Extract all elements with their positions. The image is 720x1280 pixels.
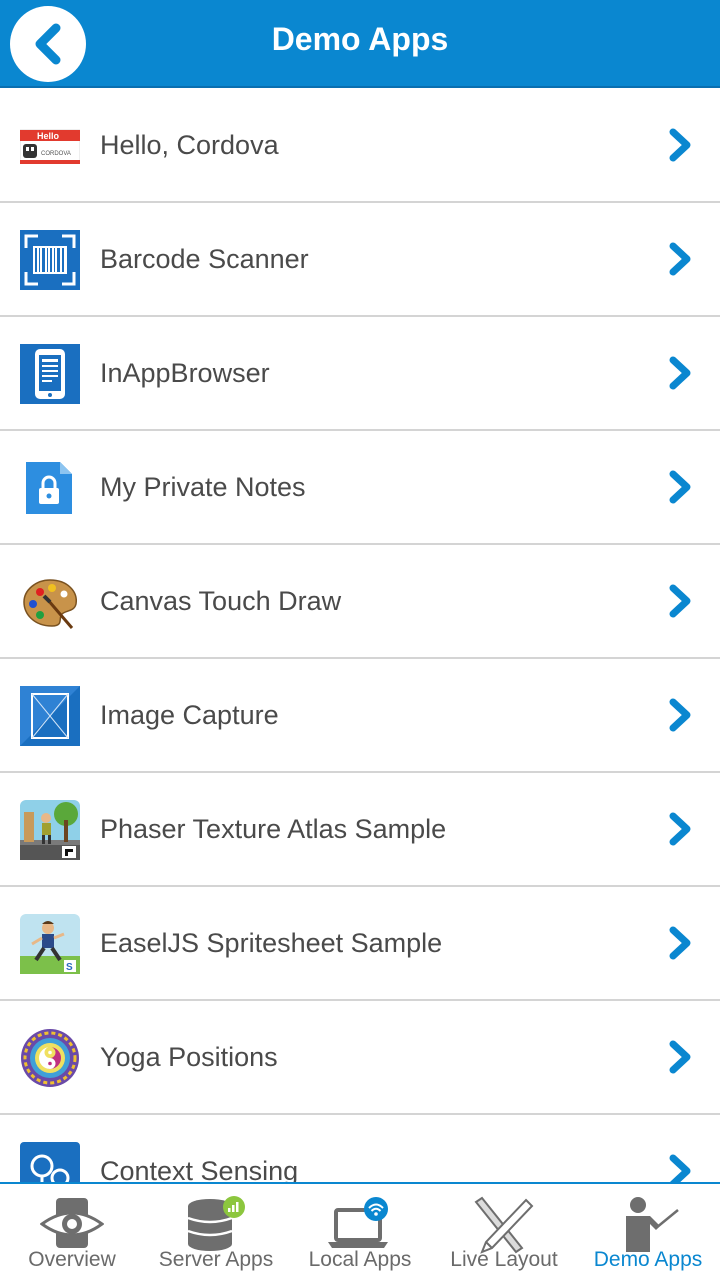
page-title: Demo Apps — [271, 21, 449, 57]
location-pin-icon — [20, 1142, 80, 1182]
list-item-hello-cordova[interactable]: Hello CORDOVA Hello, Cordova — [0, 89, 720, 203]
list-item-canvas-touch-draw[interactable]: Canvas Touch Draw — [0, 545, 720, 659]
tab-live-layout[interactable]: Live Layout — [432, 1184, 576, 1280]
pencil-ruler-icon — [474, 1196, 534, 1254]
list-item-easeljs-spritesheet[interactable]: S EaselJS Spritesheet Sample — [0, 887, 720, 1001]
chevron-right-icon — [669, 470, 691, 504]
tab-label: Overview — [28, 1248, 116, 1271]
list-item-label: Canvas Touch Draw — [100, 586, 342, 616]
list-item-label: Context Sensing — [100, 1156, 299, 1182]
list-item-label: Phaser Texture Atlas Sample — [100, 814, 447, 844]
list-item-image-capture[interactable]: Image Capture — [0, 659, 720, 773]
list-item-label: Hello, Cordova — [100, 130, 279, 160]
list-item-yoga-positions[interactable]: Yoga Positions — [0, 1001, 720, 1115]
image-frame-icon — [20, 686, 80, 746]
header-bar: Demo Apps — [0, 0, 720, 88]
list-item-phaser-texture-atlas[interactable]: Phaser Texture Atlas Sample — [0, 773, 720, 887]
barcode-icon — [20, 230, 80, 290]
yoga-mandala-icon — [21, 1029, 79, 1087]
laptop-wifi-icon — [328, 1197, 388, 1248]
phone-browser-icon — [20, 344, 80, 404]
locked-note-icon — [26, 462, 72, 514]
hello-badge-bottom: CORDOVA — [41, 151, 71, 157]
list-item-label: Image Capture — [100, 700, 279, 730]
chevron-right-icon — [669, 1154, 691, 1182]
presenter-icon — [626, 1197, 679, 1252]
list-item-label: Yoga Positions — [100, 1042, 278, 1072]
chevron-right-icon — [669, 812, 691, 846]
paint-palette-icon — [23, 579, 77, 629]
tab-overview[interactable]: Overview — [0, 1184, 144, 1280]
chevron-right-icon — [669, 698, 691, 732]
list-item-context-sensing[interactable]: Context Sensing — [0, 1115, 720, 1182]
chevron-right-icon — [669, 584, 691, 618]
demo-apps-list: Hello CORDOVA Hello, Cordova Barcode Sca… — [0, 89, 720, 1182]
chevron-right-icon — [669, 128, 691, 162]
chevron-right-icon — [669, 926, 691, 960]
list-item-label: InAppBrowser — [100, 358, 270, 388]
database-icon — [187, 1196, 245, 1251]
tab-label: Server Apps — [158, 1248, 274, 1271]
tab-demo-apps[interactable]: Demo Apps — [576, 1184, 720, 1280]
tab-label: Demo Apps — [593, 1248, 703, 1271]
list-item-label: Barcode Scanner — [100, 244, 309, 274]
hello-badge-icon: Hello CORDOVA — [20, 129, 80, 164]
list-item-label: EaselJS Spritesheet Sample — [100, 928, 443, 958]
list-item-inappbrowser[interactable]: InAppBrowser — [0, 317, 720, 431]
easeljs-runner-icon: S — [20, 914, 80, 974]
chevron-right-icon — [669, 356, 691, 390]
svg-text:S: S — [66, 962, 73, 973]
tab-label: Local Apps — [308, 1248, 412, 1271]
list-item-barcode-scanner[interactable]: Barcode Scanner — [0, 203, 720, 317]
phaser-game-icon — [20, 800, 80, 860]
tab-local-apps[interactable]: Local Apps — [288, 1184, 432, 1280]
tab-label: Live Layout — [450, 1248, 558, 1271]
chevron-right-icon — [669, 1040, 691, 1074]
chevron-right-icon — [669, 242, 691, 276]
eye-tablet-icon — [40, 1198, 104, 1248]
list-item-label: My Private Notes — [100, 472, 306, 502]
hello-badge-top: Hello — [37, 131, 60, 141]
bottom-tab-bar: Overview Server Apps Local Apps Live Lay… — [0, 1182, 720, 1280]
tab-server-apps[interactable]: Server Apps — [144, 1184, 288, 1280]
list-item-my-private-notes[interactable]: My Private Notes — [0, 431, 720, 545]
